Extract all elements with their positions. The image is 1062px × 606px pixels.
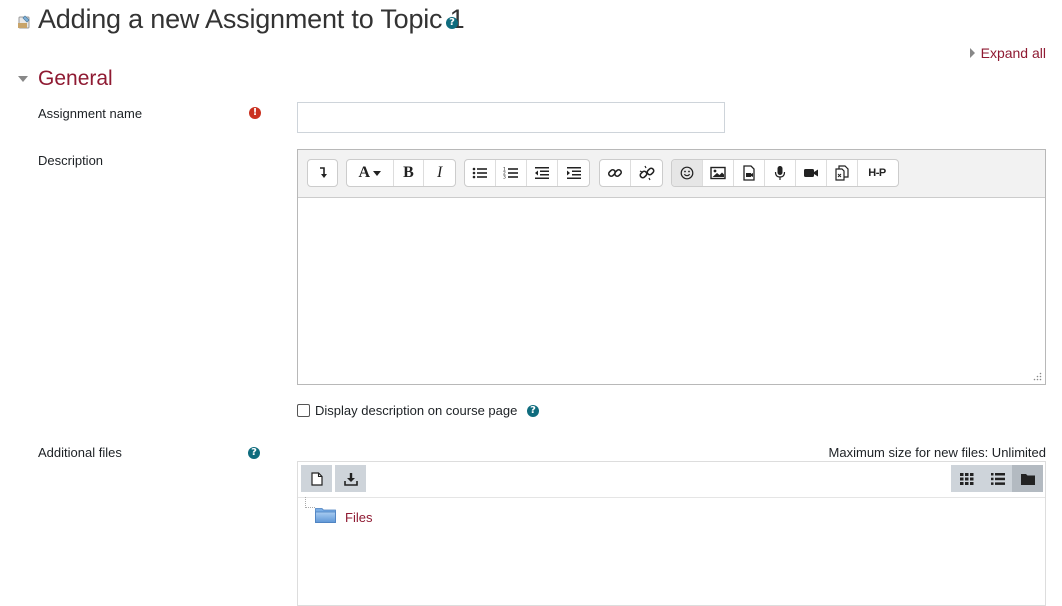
toolbar-group-lists: 123 bbox=[464, 159, 590, 187]
record-audio-icon[interactable] bbox=[765, 160, 796, 186]
toolbar-group-collapse bbox=[307, 159, 338, 187]
view-details-button[interactable] bbox=[982, 465, 1013, 492]
section-collapse-icon[interactable] bbox=[18, 76, 28, 82]
unlink-icon[interactable] bbox=[631, 160, 662, 186]
display-description-checkbox[interactable] bbox=[297, 404, 310, 417]
editor-toolbar: A B I 123 H-P bbox=[298, 150, 1045, 198]
grid-view-icon bbox=[959, 472, 973, 485]
page-title: Adding a new Assignment to Topic 1 bbox=[38, 4, 465, 34]
toolbar-group-links bbox=[599, 159, 663, 187]
expand-all-link[interactable]: Expand all bbox=[969, 45, 1046, 61]
section-title-general[interactable]: General bbox=[38, 67, 113, 91]
font-style-icon[interactable]: A bbox=[347, 160, 394, 186]
toolbar-group-text: A B I bbox=[346, 159, 456, 187]
record-video-icon[interactable] bbox=[796, 160, 827, 186]
link-icon[interactable] bbox=[600, 160, 631, 186]
indent-icon[interactable] bbox=[558, 160, 589, 186]
bold-icon[interactable]: B bbox=[394, 160, 425, 186]
additional-files-label: Additional files bbox=[38, 445, 122, 460]
assignment-name-input[interactable] bbox=[297, 102, 725, 133]
toolbar-group-insert: H-P bbox=[671, 159, 899, 187]
add-file-button[interactable] bbox=[301, 465, 332, 492]
file-icon bbox=[310, 471, 323, 486]
help-icon[interactable]: ? bbox=[527, 405, 539, 417]
resize-grip-icon[interactable] bbox=[1033, 372, 1042, 381]
italic-icon[interactable]: I bbox=[424, 160, 455, 186]
media-icon[interactable] bbox=[734, 160, 765, 186]
h5p-icon[interactable]: H-P bbox=[858, 160, 896, 186]
download-all-button[interactable] bbox=[335, 465, 366, 492]
description-textarea[interactable] bbox=[298, 198, 1045, 384]
assignment-name-label: Assignment name bbox=[38, 106, 143, 121]
tree-connector bbox=[305, 497, 315, 508]
h5p-label: H-P bbox=[868, 167, 886, 179]
unordered-list-icon[interactable] bbox=[465, 160, 496, 186]
svg-text:3: 3 bbox=[503, 175, 506, 181]
description-editor: A B I 123 H-P bbox=[297, 149, 1046, 385]
file-manager-toolbar bbox=[298, 462, 1045, 498]
expand-all-label: Expand all bbox=[980, 45, 1046, 61]
file-manager: Files bbox=[297, 461, 1046, 606]
folder-view-icon bbox=[1020, 473, 1035, 485]
list-view-icon bbox=[990, 472, 1005, 485]
description-label: Description bbox=[38, 153, 104, 168]
help-icon[interactable]: ? bbox=[248, 447, 260, 459]
help-icon[interactable]: ? bbox=[446, 17, 458, 29]
download-icon bbox=[343, 472, 358, 486]
max-size-text: Maximum size for new files: Unlimited bbox=[828, 445, 1046, 460]
required-icon: ! bbox=[249, 107, 261, 119]
ordered-list-icon[interactable]: 123 bbox=[496, 160, 527, 186]
display-description-label[interactable]: Display description on course page bbox=[315, 403, 517, 418]
outdent-icon[interactable] bbox=[527, 160, 558, 186]
view-tree-button[interactable] bbox=[1012, 465, 1043, 492]
image-icon[interactable] bbox=[703, 160, 734, 186]
expand-arrow-icon bbox=[969, 48, 975, 58]
assignment-module-icon bbox=[16, 14, 32, 30]
folder-icon[interactable] bbox=[315, 507, 336, 523]
manage-files-icon[interactable] bbox=[827, 160, 858, 186]
emoticon-icon[interactable] bbox=[672, 160, 703, 186]
view-icons-button[interactable] bbox=[951, 465, 982, 492]
collapse-icon[interactable] bbox=[308, 160, 337, 186]
folder-label-files[interactable]: Files bbox=[345, 510, 372, 525]
